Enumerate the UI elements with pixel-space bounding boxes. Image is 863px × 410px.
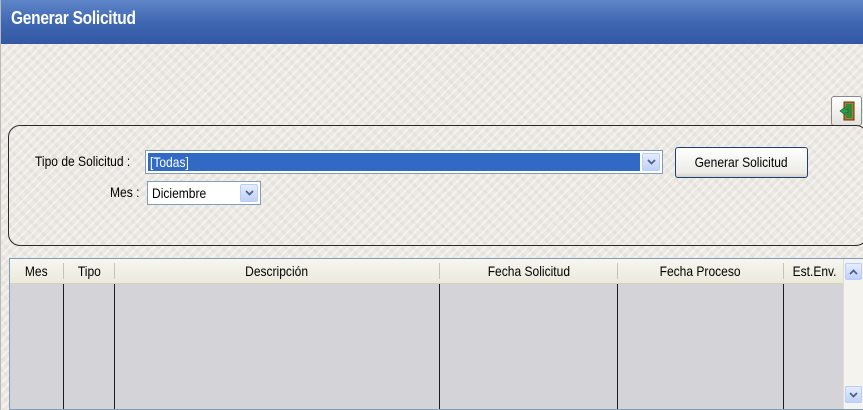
column-header-mes[interactable]: Mes (10, 259, 63, 283)
column-divider (783, 284, 784, 409)
column-header-descripcion[interactable]: Descripción (115, 259, 439, 283)
column-header-est-env[interactable]: Est.Env. (784, 259, 845, 283)
column-divider (63, 284, 64, 409)
tipo-solicitud-select[interactable]: [Todas] (145, 150, 663, 174)
scroll-down-button[interactable] (845, 386, 862, 403)
vertical-scrollbar[interactable] (843, 259, 863, 409)
column-header-fecha-solicitud[interactable]: Fecha Solicitud (440, 259, 617, 283)
chevron-down-icon[interactable] (240, 184, 258, 202)
exit-button[interactable] (831, 96, 862, 126)
grid-header: Mes Tipo Descripción Fecha Solicitud Fec… (10, 259, 845, 284)
window-title: Generar Solicitud (11, 8, 136, 28)
solicitudes-grid[interactable]: Mes Tipo Descripción Fecha Solicitud Fec… (9, 258, 863, 410)
column-divider (439, 284, 440, 409)
column-header-fecha-proceso[interactable]: Fecha Proceso (618, 259, 783, 283)
tipo-solicitud-label: Tipo de Solicitud : (35, 153, 131, 169)
exit-door-icon (839, 101, 854, 121)
mes-value: Diciembre (152, 185, 207, 201)
mes-label: Mes : (110, 184, 140, 200)
title-bar: Generar Solicitud (1, 0, 863, 44)
tipo-solicitud-value: [Todas] (148, 153, 640, 171)
column-divider (617, 284, 618, 409)
scroll-up-button[interactable] (845, 263, 862, 280)
column-divider (114, 284, 115, 409)
chevron-down-icon (849, 391, 858, 398)
column-header-tipo[interactable]: Tipo (64, 259, 114, 283)
chevron-down-icon[interactable] (642, 153, 660, 171)
generar-solicitud-window: Generar Solicitud Tipo de Solicitud : [T… (0, 0, 863, 410)
chevron-up-icon (849, 268, 858, 275)
mes-select[interactable]: Diciembre (147, 181, 261, 205)
grid-body[interactable] (10, 284, 845, 409)
generar-solicitud-button[interactable]: Generar Solicitud (675, 147, 808, 178)
